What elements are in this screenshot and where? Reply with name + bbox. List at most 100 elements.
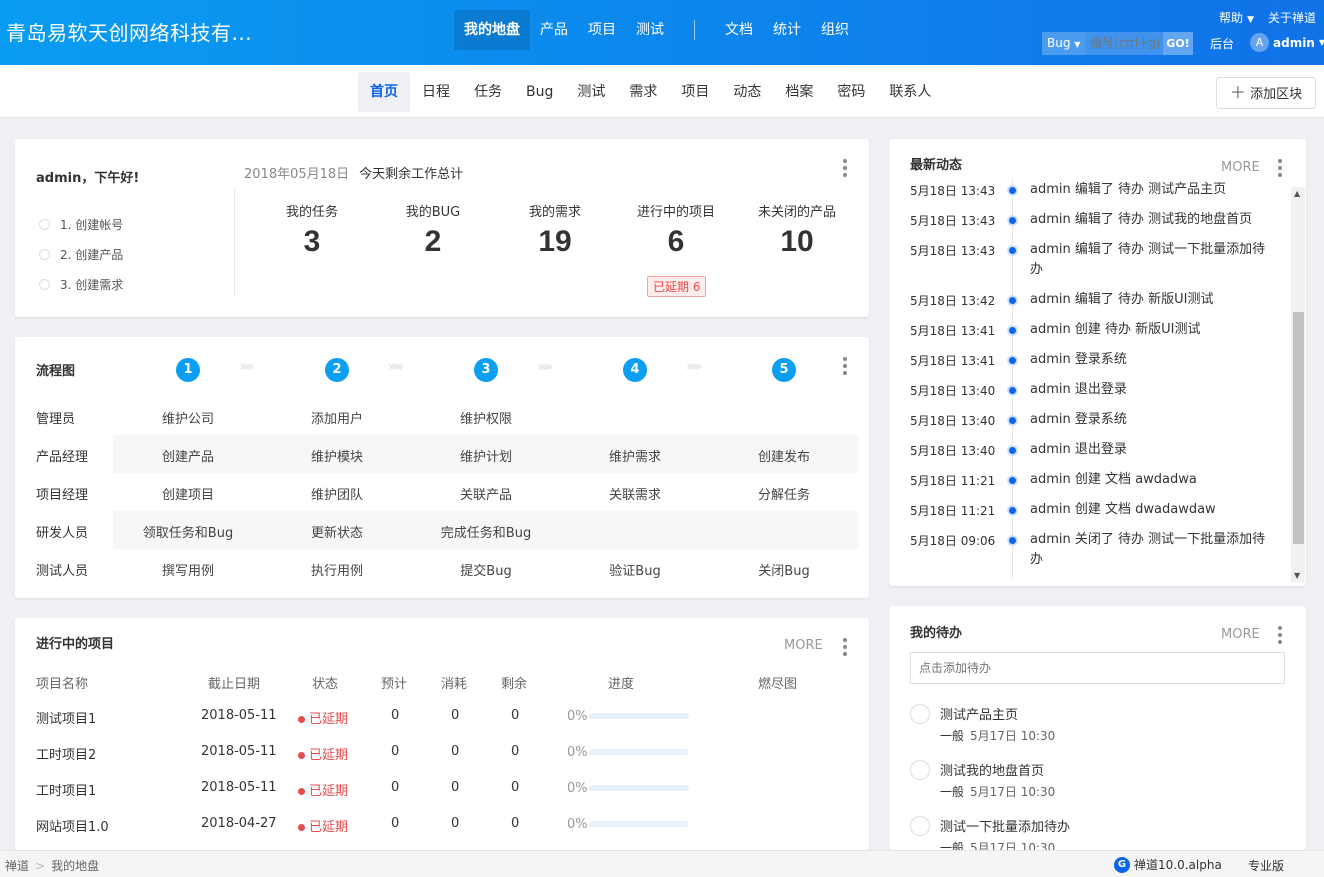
todo-checkbox[interactable] [910,760,930,780]
flow-cell[interactable]: 创建项目 [113,484,263,503]
flow-cell[interactable]: 维护需求 [560,446,710,465]
add-todo-input[interactable] [910,652,1285,684]
nav-company[interactable]: 组织 [811,10,859,50]
flow-cell[interactable]: 执行用例 [262,560,412,579]
stat-value: 6 [667,225,685,258]
subnav-project[interactable]: 项目 [669,72,721,112]
subnav-test[interactable]: 测试 [565,72,617,112]
table-row[interactable]: 网站项目1.0 2018-04-27 已延期 0 0 0 0% [15,816,869,852]
flow-cell[interactable]: 添加用户 [262,408,412,427]
delay-badge[interactable]: 已延期 6 [647,276,707,297]
flow-cell[interactable]: 维护权限 [411,408,561,427]
flow-cell[interactable]: 维护公司 [113,408,263,427]
flow-cell[interactable]: 分解任务 [709,484,859,503]
flow-cell[interactable]: 维护计划 [411,446,561,465]
col-header: 消耗 [441,677,468,692]
subnav-calendar[interactable]: 日程 [410,72,462,112]
stat-my-task[interactable]: 我的任务 3 [252,201,372,259]
activity-time: 5月18日 13:42 [910,294,996,308]
panel-menu-icon[interactable] [843,638,847,659]
todo-checkbox[interactable] [910,816,930,836]
backstage-link[interactable]: 后台 [1210,35,1234,52]
edition-link[interactable]: 专业版 [1248,857,1284,874]
table-row[interactable]: 测试项目1 2018-05-11 已延期 0 0 0 0% [15,708,869,744]
flow-cell[interactable]: 完成任务和Bug [411,522,561,541]
flow-cell[interactable]: 关联需求 [560,484,710,503]
project-name[interactable]: 工时项目1 [36,780,96,799]
flow-cell[interactable]: 维护模块 [262,446,412,465]
panel-menu-icon[interactable] [1278,626,1282,647]
subnav-index[interactable]: 首页 [358,72,410,112]
scroll-up-icon[interactable]: ▲ [1294,189,1300,198]
user-menu[interactable]: A admin ▼ [1250,33,1324,52]
project-name[interactable]: 测试项目1 [36,708,96,727]
project-name[interactable]: 网站项目1.0 [36,816,109,835]
activity-scrollbar[interactable]: ▲ ▼ [1291,187,1305,582]
breadcrumb-current[interactable]: 我的地盘 [51,859,99,873]
table-row[interactable]: 工时项目2 2018-05-11 已延期 0 0 0 0% [15,744,869,780]
flow-cell[interactable]: 维护团队 [262,484,412,503]
panel-menu-icon[interactable] [1278,159,1282,180]
version-link[interactable]: G 禅道10.0.alpha [1114,856,1222,873]
activity-text: admin 编辑了 待办 测试我的地盘首页 [1030,212,1253,227]
help-menu[interactable]: 帮助 ▼ [1219,9,1254,26]
scroll-down-icon[interactable]: ▼ [1294,571,1300,580]
nav-product[interactable]: 产品 [530,10,578,50]
subnav-bug[interactable]: Bug [514,72,565,112]
stat-my-story[interactable]: 我的需求 19 [495,201,615,259]
search-type-select[interactable]: Bug ▼ [1042,32,1085,55]
projects-panel: 进行中的项目 MORE 项目名称 截止日期 状态 预计 消耗 剩余 进度 燃尽图… [15,618,869,850]
search-go-button[interactable]: GO! [1163,32,1193,55]
flow-cell[interactable]: 创建产品 [113,446,263,465]
subnav-profile[interactable]: 档案 [773,72,825,112]
onboarding-step[interactable]: 3. 创建需求 [39,269,123,299]
flow-cell[interactable]: 关联产品 [411,484,561,503]
company-name[interactable]: 青岛易软天创网络科技有... [6,17,252,46]
todo-checkbox[interactable] [910,704,930,724]
status-text: 已延期 [309,748,349,763]
about-link[interactable]: 关于禅道 [1268,9,1316,26]
circle-icon [39,218,50,230]
todo-priority: 一般 [940,785,965,799]
add-block-button[interactable]: ＋ 添加区块 [1216,77,1316,109]
flow-cell[interactable]: 撰写用例 [113,560,263,579]
more-link[interactable]: MORE [1221,627,1260,642]
more-link[interactable]: MORE [1221,160,1260,175]
panel-menu-icon[interactable] [843,159,847,180]
breadcrumb-root[interactable]: 禅道 [5,859,29,873]
nav-my[interactable]: 我的地盘 [454,10,530,50]
flow-cell[interactable]: 提交Bug [411,560,561,579]
nav-report[interactable]: 统计 [763,10,811,50]
subnav-story[interactable]: 需求 [617,72,669,112]
flow-cell[interactable]: 领取任务和Bug [113,522,263,541]
subnav-contacts[interactable]: 联系人 [877,72,943,112]
nav-doc[interactable]: 文档 [715,10,763,50]
step-label: 2. 创建产品 [60,247,124,262]
panel-menu-icon[interactable] [843,357,847,378]
nav-project[interactable]: 项目 [578,10,626,50]
todo-name[interactable]: 测试一下批量添加待办 [940,816,1070,835]
nav-test[interactable]: 测试 [626,10,674,50]
progress-text: 0% [567,781,588,796]
onboarding-step[interactable]: 1. 创建帐号 [39,209,123,239]
flow-cell[interactable]: 关闭Bug [709,560,859,579]
table-row[interactable]: 工时项目1 2018-05-11 已延期 0 0 0 0% [15,780,869,816]
flow-cell[interactable]: 创建发布 [709,446,859,465]
project-name[interactable]: 工时项目2 [36,744,96,763]
subnav-dynamic[interactable]: 动态 [721,72,773,112]
stat-doing-project[interactable]: 进行中的项目 6 [616,201,736,259]
user-name: admin [1273,35,1315,50]
more-link[interactable]: MORE [784,638,823,653]
subnav-password[interactable]: 密码 [825,72,877,112]
todo-name[interactable]: 测试产品主页 [940,704,1018,723]
activity-text: admin 编辑了 待办 测试产品主页 [1030,182,1227,197]
flow-cell[interactable]: 验证Bug [560,560,710,579]
onboarding-step[interactable]: 2. 创建产品 [39,239,123,269]
stat-my-bug[interactable]: 我的BUG 2 [373,201,493,259]
flow-cell[interactable]: 更新状态 [262,522,412,541]
todo-name[interactable]: 测试我的地盘首页 [940,760,1044,779]
scrollbar-thumb[interactable] [1293,312,1304,544]
search-input[interactable] [1085,32,1163,55]
subnav-task[interactable]: 任务 [462,72,514,112]
stat-open-product[interactable]: 未关闭的产品 10 [737,201,857,259]
